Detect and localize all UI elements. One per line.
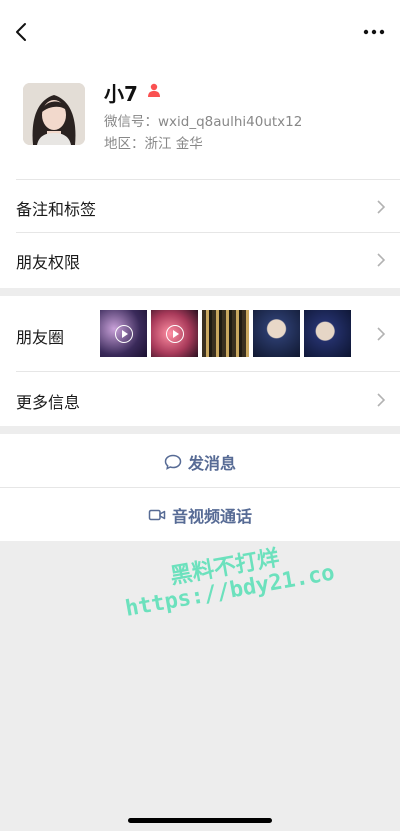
avatar[interactable]: [23, 83, 85, 145]
video-camera-icon: [148, 509, 166, 520]
video-call-label: 音视频通话: [171, 506, 252, 526]
contact-name: 小7: [104, 82, 138, 106]
more-info-row[interactable]: 更多信息: [16, 389, 80, 413]
moments-thumbnail[interactable]: [151, 310, 198, 357]
moments-thumbnail[interactable]: [253, 310, 300, 357]
chevron-right-icon: [377, 253, 386, 267]
more-options-icon[interactable]: [362, 24, 386, 40]
moments-thumbnail[interactable]: [202, 310, 249, 357]
moments-thumbnail[interactable]: [100, 310, 147, 357]
play-icon: [114, 324, 133, 343]
play-icon: [165, 324, 184, 343]
divider: [16, 371, 400, 372]
region: 地区：浙江 金华: [104, 136, 203, 152]
actions-section: 发消息 音视频通话: [0, 434, 400, 541]
chat-bubble-icon: [164, 454, 182, 470]
chevron-right-icon: [377, 393, 386, 407]
watermark: 黑料不打烊 https://bdy21.co: [119, 538, 336, 622]
profile-section: 小7 微信号：wxid_q8aulhi40utx12 地区：浙江 金华 备注和标…: [0, 0, 400, 288]
chevron-right-icon: [377, 327, 386, 341]
send-message-label: 发消息: [187, 453, 236, 473]
back-icon[interactable]: [10, 20, 34, 44]
chevron-right-icon: [377, 200, 386, 214]
friend-permission-row[interactable]: 朋友权限: [16, 249, 80, 273]
moments-thumbnails[interactable]: [100, 310, 351, 357]
home-indicator: [128, 818, 272, 823]
divider: [16, 179, 400, 180]
video-call-button[interactable]: 音视频通话: [0, 488, 400, 541]
divider: [16, 232, 400, 233]
moments-row[interactable]: 朋友圈: [16, 324, 64, 348]
moments-thumbnail[interactable]: [304, 310, 351, 357]
remark-and-tags-row[interactable]: 备注和标签: [16, 196, 96, 220]
wechat-id: 微信号：wxid_q8aulhi40utx12: [104, 114, 303, 130]
female-icon: [148, 83, 160, 97]
moments-section: 朋友圈 更多信息: [0, 296, 400, 426]
send-message-button[interactable]: 发消息: [0, 435, 400, 488]
